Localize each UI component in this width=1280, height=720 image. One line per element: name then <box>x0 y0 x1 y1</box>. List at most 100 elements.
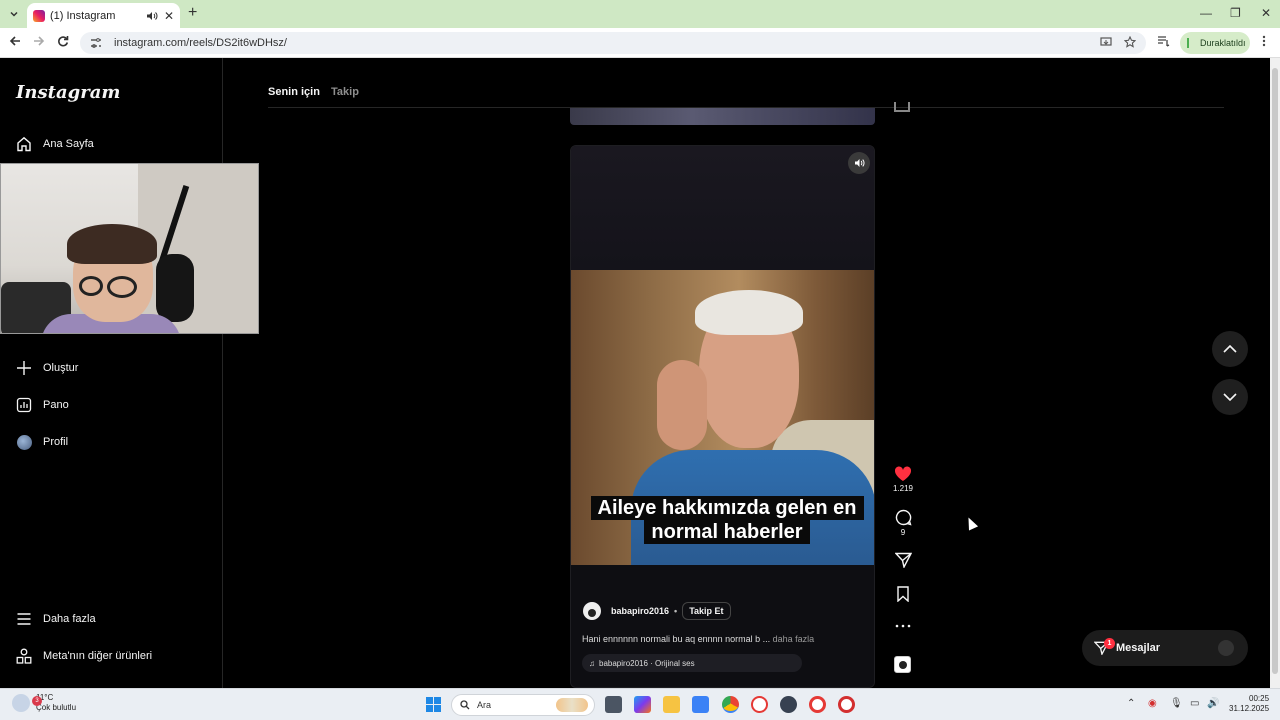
instagram-logo[interactable]: Instagram <box>16 82 120 103</box>
back-button[interactable] <box>9 35 21 47</box>
reel-video-frame[interactable]: Aileye hakkımızda gelen en normal haberl… <box>571 270 874 565</box>
weather-widget[interactable]: 3 11°C Çok bulutlu <box>12 693 76 713</box>
caption-line-2: normal haberler <box>644 520 810 544</box>
file-explorer-icon[interactable] <box>663 696 680 713</box>
reel-caption-overlay: Aileye hakkımızda gelen en normal haberl… <box>588 496 866 544</box>
tab-following[interactable]: Takip <box>331 86 359 98</box>
music-note-icon: ♫ <box>589 658 595 668</box>
tab-for-you[interactable]: Senin için <box>268 86 320 98</box>
browser-toolbar: instagram.com/reels/DS2it6wDHsz/ Durakla… <box>0 28 1280 58</box>
home-icon <box>16 136 32 152</box>
profile-paused-button[interactable]: Duraklatıldı <box>1180 32 1250 54</box>
microphone-icon[interactable]: 🎙 <box>1170 698 1183 709</box>
like-action[interactable]: 1.219 <box>888 466 918 493</box>
start-button[interactable] <box>426 697 441 712</box>
feed-tabs: Senin için Takip <box>268 86 367 98</box>
temperature: 11°C <box>36 693 54 702</box>
opera-icon[interactable] <box>838 696 855 713</box>
sidebar-item-label: Ana Sayfa <box>43 138 94 150</box>
sidebar-item-meta-products[interactable]: Meta'nın diğer ürünleri <box>16 648 152 664</box>
tab-audio-icon[interactable] <box>146 11 158 21</box>
more-horizontal-icon <box>895 624 911 628</box>
follow-button[interactable]: Takip Et <box>682 602 731 620</box>
taskbar-search[interactable]: Ara <box>451 694 595 716</box>
author-separator: • <box>674 606 678 616</box>
clock[interactable]: 00:25 31.12.2025 <box>1229 694 1269 714</box>
author-avatar[interactable] <box>583 602 601 620</box>
yandex-icon[interactable] <box>751 696 768 713</box>
audio-thumbnail-icon[interactable] <box>894 656 911 673</box>
messages-button[interactable]: 1 Mesajlar <box>1082 630 1248 666</box>
sidebar-item-create[interactable]: Oluştur <box>16 360 78 376</box>
tray-app-icon[interactable]: ◉ <box>1148 698 1157 709</box>
reel-card[interactable]: Aileye hakkımızda gelen en normal haberl… <box>570 145 875 688</box>
tab-close-icon[interactable]: ✕ <box>164 10 174 22</box>
chevron-down-icon <box>10 11 18 17</box>
minimize-button[interactable]: — <box>1200 6 1212 20</box>
audio-thumbnail-icon[interactable] <box>894 102 910 112</box>
windows-taskbar: 3 11°C Çok bulutlu Ara ⌃ ◉ 🎙 ▭ 🔊 00:25 3… <box>0 688 1280 720</box>
comment-action[interactable]: 9 <box>888 509 918 537</box>
opera-gx-icon[interactable] <box>809 696 826 713</box>
restore-button[interactable]: ❐ <box>1230 6 1241 20</box>
tab-search-button[interactable] <box>5 5 23 23</box>
sidebar-item-profile[interactable]: Profil <box>16 434 68 450</box>
next-reel-button[interactable] <box>1212 379 1248 415</box>
sidebar: Instagram Ana Sayfa Oluştur Pano Profil <box>0 58 223 688</box>
steam-icon[interactable] <box>780 696 797 713</box>
more-link[interactable]: daha fazla <box>773 634 815 644</box>
profile-status-label: Duraklatıldı <box>1200 38 1246 48</box>
clock-date: 31.12.2025 <box>1229 704 1270 713</box>
reel-audio[interactable]: ♫ babapiro2016 · Orijinal ses <box>582 654 802 672</box>
browser-menu-button[interactable] <box>1262 35 1266 47</box>
like-count: 1.219 <box>892 484 914 493</box>
site-info-icon <box>91 38 101 48</box>
tray-overflow-icon[interactable]: ⌃ <box>1127 698 1135 709</box>
share-action[interactable] <box>888 552 918 568</box>
widgets-icon[interactable] <box>634 696 651 713</box>
new-tab-button[interactable]: + <box>188 5 197 21</box>
network-icon[interactable]: ▭ <box>1190 698 1199 709</box>
weather-badge: 3 <box>32 696 42 706</box>
save-action[interactable] <box>888 586 918 602</box>
address-bar[interactable]: instagram.com/reels/DS2it6wDHsz/ <box>80 32 1146 54</box>
tab-title: (1) Instagram <box>50 9 116 22</box>
messages-label: Mesajlar <box>1116 642 1161 654</box>
reload-button[interactable] <box>57 35 69 47</box>
sidebar-item-home[interactable]: Ana Sayfa <box>16 136 94 152</box>
store-icon[interactable] <box>692 696 709 713</box>
forward-arrow-icon <box>34 36 45 46</box>
volume-button[interactable] <box>848 152 870 174</box>
forward-button[interactable] <box>33 35 45 47</box>
share-icon <box>894 552 912 568</box>
search-icon <box>460 700 470 710</box>
sidebar-item-more[interactable]: Daha fazla <box>16 611 96 627</box>
window-close-button[interactable]: ✕ <box>1261 6 1271 20</box>
previous-reel[interactable] <box>570 108 875 125</box>
search-highlight-image <box>556 698 588 712</box>
weather-condition: Çok bulutlu <box>36 703 77 712</box>
speaker-icon[interactable]: 🔊 <box>1207 698 1219 709</box>
avatar <box>16 434 32 450</box>
browser-tab-instagram[interactable]: (1) Instagram ✕ <box>27 3 180 28</box>
sidebar-item-label: Meta'nın diğer ürünleri <box>43 650 153 662</box>
sidebar-item-label: Profil <box>43 436 69 448</box>
install-app-icon[interactable] <box>1100 36 1112 48</box>
instagram-page: Instagram Ana Sayfa Oluştur Pano Profil <box>0 58 1270 688</box>
task-view-icon[interactable] <box>605 696 622 713</box>
author-username[interactable]: babapiro2016 <box>611 606 669 616</box>
page-scrollbar[interactable] <box>1270 58 1280 688</box>
previous-reel-button[interactable] <box>1212 331 1248 367</box>
webcam-overlay <box>0 163 259 334</box>
sidebar-item-label: Daha fazla <box>43 613 96 625</box>
reel-description[interactable]: Hani ennnnnn normali bu aq ennnn normal … <box>582 634 814 644</box>
sidebar-item-dashboard[interactable]: Pano <box>16 397 69 413</box>
chrome-icon[interactable] <box>722 696 739 713</box>
media-controls-button[interactable] <box>1157 35 1170 47</box>
cloud-icon <box>12 694 30 712</box>
bookmark-star-icon[interactable] <box>1124 36 1136 48</box>
more-options-action[interactable] <box>888 624 918 628</box>
clock-time: 00:25 <box>1249 694 1270 703</box>
reel-info: babapiro2016 • Takip Et Hani ennnnnn nor… <box>571 565 874 687</box>
plus-icon <box>16 360 32 376</box>
